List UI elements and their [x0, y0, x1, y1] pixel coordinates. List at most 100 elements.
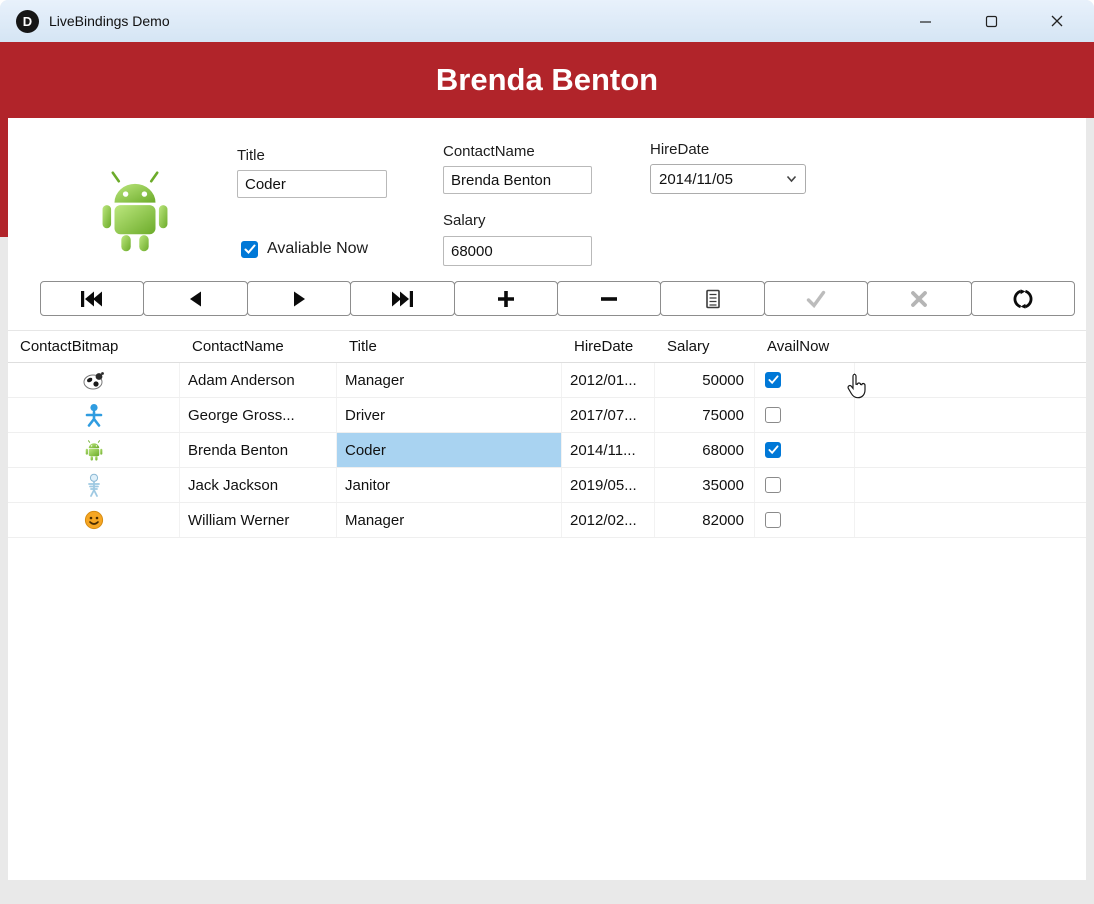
nav-edit-button[interactable]	[660, 281, 764, 316]
chevron-down-icon	[786, 175, 797, 183]
table-row[interactable]: George Gross... Driver 2017/07... 75000	[8, 398, 1086, 433]
contactname-cell[interactable]: Brenda Benton	[180, 433, 337, 467]
edit-record-icon	[704, 289, 722, 309]
filler-cell	[855, 433, 1086, 467]
nav-last-button[interactable]	[350, 281, 454, 316]
android-robot-image	[92, 171, 178, 253]
delphi-app-icon: D	[16, 10, 39, 33]
insert-record-icon	[496, 289, 516, 309]
maximize-button[interactable]	[958, 0, 1024, 42]
blue-person-icon	[83, 403, 105, 427]
prior-record-icon	[187, 290, 205, 308]
titlebar: D LiveBindings Demo	[0, 0, 1094, 42]
col-header-salary[interactable]: Salary	[655, 331, 755, 362]
delete-record-icon	[599, 289, 619, 309]
nav-post-button[interactable]	[764, 281, 868, 316]
maximize-icon	[985, 15, 998, 28]
salary-cell[interactable]: 82000	[655, 503, 755, 537]
availnow-checkbox[interactable]	[765, 477, 781, 493]
salary-cell[interactable]: 35000	[655, 468, 755, 502]
hiredate-cell[interactable]: 2012/01...	[562, 363, 655, 397]
available-now-field: Avaliable Now	[241, 240, 368, 258]
nav-insert-button[interactable]	[454, 281, 558, 316]
filler-cell	[855, 398, 1086, 432]
check-icon	[768, 445, 779, 455]
nav-next-button[interactable]	[247, 281, 351, 316]
contactname-input[interactable]	[443, 166, 592, 194]
cow-icon	[82, 369, 106, 391]
bitmap-cell[interactable]	[8, 363, 180, 397]
smiley-icon	[84, 510, 104, 530]
available-now-checkbox[interactable]	[241, 241, 258, 258]
contactname-cell[interactable]: Jack Jackson	[180, 468, 337, 502]
availnow-cell	[755, 503, 855, 537]
col-header-filler	[855, 331, 1086, 362]
title-cell[interactable]: Manager	[337, 503, 562, 537]
table-row[interactable]: Brenda Benton Coder 2014/11... 68000	[8, 433, 1086, 468]
filler-cell	[855, 503, 1086, 537]
title-cell[interactable]: Janitor	[337, 468, 562, 502]
nav-first-button[interactable]	[40, 281, 144, 316]
red-left-strip	[0, 118, 8, 237]
check-icon	[768, 375, 779, 385]
salary-cell[interactable]: 50000	[655, 363, 755, 397]
contactname-label: ContactName	[443, 143, 535, 160]
contactname-cell[interactable]: Adam Anderson	[180, 363, 337, 397]
salary-cell[interactable]: 75000	[655, 398, 755, 432]
hiredate-cell[interactable]: 2012/02...	[562, 503, 655, 537]
post-record-icon	[806, 290, 826, 308]
hiredate-label: HireDate	[650, 141, 709, 158]
header-title: Brenda Benton	[436, 62, 658, 98]
col-header-contactbitmap[interactable]: ContactBitmap	[8, 331, 180, 362]
cancel-record-icon	[910, 290, 928, 308]
salary-label: Salary	[443, 212, 486, 229]
last-record-icon	[389, 290, 415, 308]
first-record-icon	[79, 290, 105, 308]
bitmap-cell[interactable]	[8, 468, 180, 502]
hiredate-cell[interactable]: 2014/11...	[562, 433, 655, 467]
availnow-checkbox[interactable]	[765, 407, 781, 423]
hiredate-cell[interactable]: 2017/07...	[562, 398, 655, 432]
availnow-cell	[755, 468, 855, 502]
availnow-cell	[755, 433, 855, 467]
availnow-checkbox[interactable]	[765, 372, 781, 388]
check-icon	[244, 244, 256, 255]
hiredate-value: 2014/11/05	[659, 171, 733, 188]
next-record-icon	[290, 290, 308, 308]
availnow-cell	[755, 363, 855, 397]
android-robot-icon	[83, 440, 105, 461]
client-area: Title ContactName HireDate 2014/11/05 Av…	[8, 118, 1086, 880]
minimize-icon	[919, 15, 932, 28]
contactname-cell[interactable]: William Werner	[180, 503, 337, 537]
title-label: Title	[237, 147, 265, 164]
col-header-availnow[interactable]: AvailNow	[755, 331, 855, 362]
selected-title-cell[interactable]: Coder	[337, 433, 562, 467]
availnow-checkbox[interactable]	[765, 512, 781, 528]
col-header-title[interactable]: Title	[337, 331, 562, 362]
title-cell[interactable]: Manager	[337, 363, 562, 397]
hiredate-combobox[interactable]: 2014/11/05	[650, 164, 806, 194]
salary-cell[interactable]: 68000	[655, 433, 755, 467]
title-cell[interactable]: Driver	[337, 398, 562, 432]
col-header-hiredate[interactable]: HireDate	[562, 331, 655, 362]
nav-refresh-button[interactable]	[971, 281, 1075, 316]
bitmap-cell[interactable]	[8, 503, 180, 537]
table-row[interactable]: Adam Anderson Manager 2012/01... 50000	[8, 363, 1086, 398]
nav-prior-button[interactable]	[143, 281, 247, 316]
available-now-label: Avaliable Now	[267, 240, 368, 258]
availnow-checkbox[interactable]	[765, 442, 781, 458]
bitmap-cell[interactable]	[8, 398, 180, 432]
minimize-button[interactable]	[892, 0, 958, 42]
nav-delete-button[interactable]	[557, 281, 661, 316]
close-button[interactable]	[1024, 0, 1090, 42]
table-row[interactable]: Jack Jackson Janitor 2019/05... 35000	[8, 468, 1086, 503]
salary-input[interactable]	[443, 236, 592, 266]
contactname-cell[interactable]: George Gross...	[180, 398, 337, 432]
title-input[interactable]	[237, 170, 387, 198]
bitmap-cell[interactable]	[8, 433, 180, 467]
nav-cancel-button[interactable]	[867, 281, 971, 316]
table-row[interactable]: William Werner Manager 2012/02... 82000	[8, 503, 1086, 538]
col-header-contactname[interactable]: ContactName	[180, 331, 337, 362]
app-icon-letter: D	[23, 14, 32, 29]
hiredate-cell[interactable]: 2019/05...	[562, 468, 655, 502]
